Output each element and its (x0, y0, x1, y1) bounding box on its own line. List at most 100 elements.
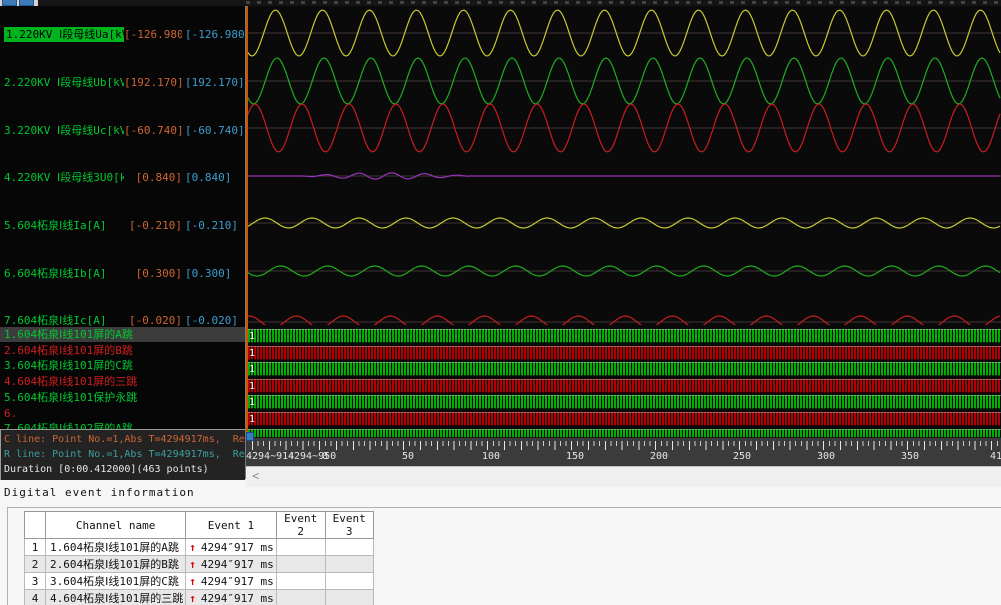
row-number: 4 (25, 590, 46, 605)
event-channel-name: 2.604柘泉Ⅰ线101屏的B跳 (46, 556, 186, 573)
time-axis-label: 300 (817, 451, 835, 462)
digital-channel-row[interactable]: 5.604柘泉Ⅰ线101保护永跳 (0, 390, 245, 405)
rising-edge-arrow-icon: ↑ (189, 575, 196, 588)
fault-wave-analyzer-window: 1.220KV Ⅰ段母线Ua[kV][-126.980][-126.980] 2.… (0, 0, 1001, 605)
event3-cell (325, 590, 373, 605)
analog-channel-row[interactable]: 5.604柘泉Ⅰ线Ia[A][-0.210][-0.210] (0, 218, 245, 234)
event2-cell (276, 556, 325, 573)
waveform-svg (246, 6, 1001, 325)
digital-event-pane: Digital event information Channel name Ev… (0, 479, 1001, 605)
channel-label: 4.220KV Ⅰ段母线3U0[kV] (0, 170, 124, 186)
event-channel-name: 1.604柘泉Ⅰ线101屏的A跳 (46, 539, 186, 556)
cursor-status-box: C line: Point No.=1,Abs T=4294917ms, Rel… (0, 429, 246, 480)
pane-separator (7, 507, 1001, 508)
time-axis-label: 250 (733, 451, 751, 462)
event1-cell: ↑4294″917 ms (186, 556, 276, 573)
scroll-left-arrow-icon[interactable]: < (252, 469, 259, 483)
time-axis-label: 4294~914 (246, 451, 294, 462)
channel-label: 6.604柘泉Ⅰ线Ib[A] (0, 266, 124, 282)
channel-list-panel: 1.220KV Ⅰ段母线Ua[kV][-126.980][-126.980] 2.… (0, 6, 246, 480)
time-axis-label: 100 (482, 451, 500, 462)
event3-cell (325, 539, 373, 556)
table-row[interactable]: 11.604柘泉Ⅰ线101屏的A跳↑4294″917 ms (25, 539, 374, 556)
digital-channel-row[interactable]: 4.604柘泉Ⅰ线101屏的三跳 (0, 374, 245, 389)
digital-event-table: Channel nameEvent 1Event 2Event 3 11.604… (24, 511, 374, 605)
time-axis-label: 0 (322, 451, 328, 462)
event-channel-name: 4.604柘泉Ⅰ线101屏的三跳 (46, 590, 186, 605)
major-ticks (252, 441, 1001, 450)
channel-label: 5.604柘泉Ⅰ线Ia[A] (0, 218, 124, 234)
digital-trace-plot[interactable]: 1 1 1 1 1 1 1 (246, 325, 1001, 437)
r-line-status: R line: Point No.=1,Abs T=4294917ms, Rel… (4, 447, 246, 462)
time-axis-label: 150 (566, 451, 584, 462)
analog-waveform-plot[interactable] (246, 6, 1001, 325)
clipped-title-text (246, 1, 1001, 4)
event1-cell: ↑4294″917 ms (186, 590, 276, 605)
event-channel-name: 3.604柘泉Ⅰ线101屏的C跳 (46, 573, 186, 590)
analog-channel-row[interactable]: 1.220KV Ⅰ段母线Ua[kV][-126.980][-126.980] (0, 27, 245, 43)
analog-channel-row[interactable]: 6.604柘泉Ⅰ线Ib[A][0.300][0.300] (0, 266, 245, 282)
table-header: Channel name (46, 512, 186, 539)
digital-bar: 1 (248, 346, 1001, 360)
channel-value-primary: [-126.980] (124, 27, 182, 43)
digital-bar-value: 1 (249, 413, 255, 426)
channel-value-primary: [0.300] (124, 266, 182, 282)
digital-bar: 1 (248, 329, 1001, 343)
duration-status: Duration [0:00.412000](463 points) (4, 462, 246, 477)
channel-label: 2.220KV Ⅰ段母线Ub[kV] (0, 75, 124, 91)
waveform-trace (246, 316, 1000, 325)
row-number: 1 (25, 539, 46, 556)
table-row[interactable]: 22.604柘泉Ⅰ线101屏的B跳↑4294″917 ms (25, 556, 374, 573)
digital-bar-value: 1 (249, 396, 255, 409)
rising-edge-arrow-icon: ↑ (189, 541, 196, 554)
row-number: 2 (25, 556, 46, 573)
channel-label: 3.220KV Ⅰ段母线Uc[kV] (0, 123, 124, 139)
channel-value-secondary: [0.840] (185, 170, 245, 186)
digital-channel-row[interactable]: 6. (0, 406, 245, 421)
analog-channel-row[interactable]: 3.220KV Ⅰ段母线Uc[kV][-60.740][-60.740] (0, 123, 245, 139)
digital-bar: 1 (248, 429, 1001, 437)
digital-bar: 1 (248, 362, 1001, 376)
time-axis-ruler[interactable]: 4294~9144294~95005010015020025030035041 (246, 437, 1001, 467)
digital-channel-row[interactable]: 3.604柘泉Ⅰ线101屏的C跳 (0, 358, 245, 373)
event1-cell: ↑4294″917 ms (186, 573, 276, 590)
time-axis-label: 350 (901, 451, 919, 462)
c-line-status: C line: Point No.=1,Abs T=4294917ms, Rel… (4, 432, 246, 447)
channel-value-primary: [0.840] (124, 170, 182, 186)
analog-channel-row[interactable]: 4.220KV Ⅰ段母线3U0[kV][0.840][0.840] (0, 170, 245, 186)
row-number: 3 (25, 573, 46, 590)
channel-value-secondary: [-60.740] (185, 123, 245, 139)
event2-cell (276, 539, 325, 556)
channel-value-primary: [-60.740] (124, 123, 182, 139)
table-header: Event 3 (325, 512, 373, 539)
time-axis-label: 4294~950 (288, 451, 336, 462)
horizontal-scrollbar[interactable]: < (246, 466, 1001, 487)
channel-value-secondary: [-0.210] (185, 218, 245, 234)
table-row[interactable]: 33.604柘泉Ⅰ线101屏的C跳↑4294″917 ms (25, 573, 374, 590)
digital-bar-value: 1 (249, 363, 255, 376)
event1-cell: ↑4294″917 ms (186, 539, 276, 556)
channel-value-primary: [-0.210] (124, 218, 182, 234)
event2-cell (276, 573, 325, 590)
rising-edge-arrow-icon: ↑ (189, 558, 196, 571)
event3-cell (325, 573, 373, 590)
channel-value-secondary: [0.300] (185, 266, 245, 282)
digital-bar-value: 1 (249, 347, 255, 360)
channel-value-primary: [192.170] (124, 75, 182, 91)
channel-value-secondary: [-126.980] (185, 27, 245, 43)
time-axis-label: 41 (990, 451, 1001, 462)
pane-border (7, 507, 8, 605)
cursor-handle[interactable] (246, 432, 254, 441)
analog-channel-row[interactable]: 2.220KV Ⅰ段母线Ub[kV][192.170][192.170] (0, 75, 245, 91)
digital-bar: 1 (248, 412, 1001, 426)
digital-bar: 1 (248, 379, 1001, 393)
cursor-line[interactable] (246, 6, 248, 437)
digital-channel-row[interactable]: 1.604柘泉Ⅰ线101屏的A跳 (0, 327, 245, 342)
time-axis-label: 200 (650, 451, 668, 462)
rising-edge-arrow-icon: ↑ (189, 592, 196, 605)
section-title: Digital event information (4, 486, 195, 499)
table-row[interactable]: 44.604柘泉Ⅰ线101屏的三跳↑4294″917 ms (25, 590, 374, 605)
digital-channel-row[interactable]: 2.604柘泉Ⅰ线101屏的B跳 (0, 343, 245, 358)
table-header (25, 512, 46, 539)
digital-bar: 1 (248, 395, 1001, 409)
